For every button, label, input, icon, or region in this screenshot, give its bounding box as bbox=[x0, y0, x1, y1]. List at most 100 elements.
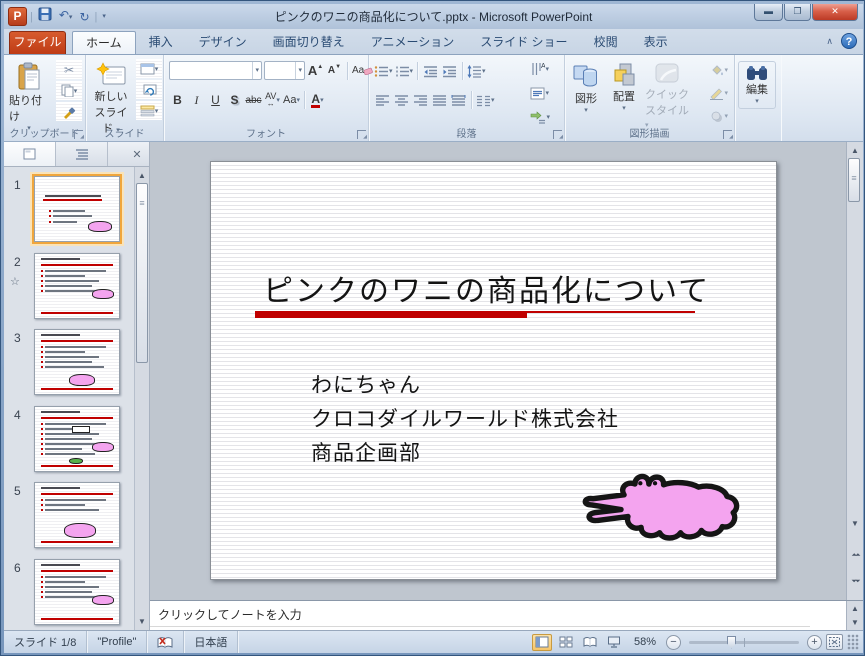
zoom-out-button[interactable]: − bbox=[666, 634, 681, 650]
justify-button[interactable] bbox=[431, 91, 448, 109]
zoom-slider-thumb[interactable] bbox=[727, 635, 736, 649]
theme-name[interactable]: "Profile" bbox=[87, 631, 148, 653]
increase-indent-button[interactable] bbox=[441, 62, 458, 80]
slide-sorter-view-button[interactable] bbox=[556, 634, 576, 651]
spellcheck-status[interactable] bbox=[147, 631, 185, 653]
panel-scrollbar[interactable]: ▲ ▼ bbox=[134, 167, 149, 630]
tab-7[interactable]: 表示 bbox=[631, 31, 681, 54]
align-left-button[interactable] bbox=[374, 91, 391, 109]
zoom-level[interactable]: 58% bbox=[628, 636, 662, 648]
font-size-combobox[interactable]: ▾ bbox=[264, 61, 305, 80]
align-text-button[interactable]: ▾ bbox=[530, 83, 550, 103]
resize-grip[interactable] bbox=[847, 634, 859, 650]
tab-3[interactable]: 画面切り替え bbox=[260, 31, 358, 54]
layout-button[interactable]: ▾ bbox=[136, 59, 162, 78]
notes-pane[interactable]: クリックしてノートを入力 ▲ ▼ bbox=[150, 600, 863, 630]
scroll-thumb[interactable] bbox=[848, 158, 860, 202]
align-center-button[interactable] bbox=[393, 91, 410, 109]
paragraph-dialog-launcher[interactable] bbox=[553, 130, 563, 140]
font-name-combobox[interactable]: ▾ bbox=[169, 61, 262, 80]
notes-scroll-up-icon[interactable]: ▲ bbox=[847, 604, 863, 613]
slide-indicator[interactable]: スライド 1/8 bbox=[4, 631, 88, 653]
character-spacing-button[interactable]: AV ↔ ▾ bbox=[264, 91, 281, 109]
animation-star-icon[interactable]: ☆ bbox=[10, 275, 20, 288]
slide-thumbnail-5[interactable] bbox=[34, 482, 120, 548]
panel-scroll-thumb[interactable] bbox=[136, 183, 148, 363]
slide-thumbnail-6[interactable] bbox=[34, 558, 120, 625]
save-icon[interactable] bbox=[36, 7, 54, 26]
copy-dropdown-icon[interactable]: ▾ bbox=[74, 87, 78, 95]
shrink-font-button[interactable]: A ▼ bbox=[326, 62, 343, 80]
paste-button[interactable]: 貼り付け ▾ bbox=[9, 58, 49, 132]
reset-button[interactable] bbox=[136, 80, 162, 99]
slide-body-text[interactable]: わにちゃん クロコダイルワールド株式会社 商品企画部 bbox=[311, 368, 619, 470]
slide-title[interactable]: ピンクのワニの商品化について bbox=[263, 266, 743, 310]
powerpoint-app-icon[interactable]: P bbox=[8, 7, 27, 26]
tab-5[interactable]: スライド ショー bbox=[467, 31, 580, 54]
slide[interactable]: ピンクのワニの商品化について わにちゃん クロコダイルワールド株式会社 商品企画… bbox=[210, 161, 777, 580]
title-bar[interactable]: ピンクのワニの商品化について.pptx - Microsoft PowerPoi… bbox=[4, 4, 863, 29]
shapes-button[interactable]: 図形 ▾ bbox=[569, 58, 603, 114]
align-right-button[interactable] bbox=[412, 91, 429, 109]
reading-view-button[interactable] bbox=[580, 634, 600, 651]
change-case-button[interactable]: Aa ▾ bbox=[283, 91, 300, 109]
strikethrough-button[interactable]: abc bbox=[245, 91, 262, 109]
arrange-button[interactable]: 配置 ▾ bbox=[607, 58, 641, 112]
previous-slide-button[interactable]: ⏶⏶ bbox=[847, 552, 863, 560]
font-color-button[interactable]: A ▾ bbox=[309, 91, 326, 109]
shape-fill-button[interactable]: ▾ bbox=[709, 60, 728, 80]
font-dialog-launcher[interactable] bbox=[357, 130, 367, 140]
vertical-scrollbar[interactable]: ▲ ▼ ⏶⏶ ⏷⏷ bbox=[846, 142, 863, 600]
tab-0[interactable]: ホーム bbox=[72, 31, 136, 54]
maximize-button[interactable]: ❐ bbox=[784, 4, 811, 21]
panel-close-icon[interactable]: ✕ bbox=[125, 142, 149, 166]
tab-6[interactable]: 校閲 bbox=[581, 31, 631, 54]
columns-button[interactable]: ▾ bbox=[476, 91, 495, 109]
language-indicator[interactable]: 日本語 bbox=[184, 631, 239, 653]
notes-scroll-down-icon[interactable]: ▼ bbox=[847, 618, 863, 627]
bold-button[interactable]: B bbox=[169, 91, 186, 109]
cut-button[interactable]: ✂ bbox=[56, 60, 82, 79]
convert-smartart-button[interactable]: ▾ bbox=[530, 107, 550, 127]
line-spacing-button[interactable]: ▾ bbox=[467, 62, 486, 80]
scroll-down-icon[interactable]: ▼ bbox=[847, 519, 863, 528]
redo-icon[interactable]: ↻ bbox=[77, 8, 91, 26]
collapse-ribbon-icon[interactable]: ∧ bbox=[826, 36, 833, 47]
drawing-dialog-launcher[interactable] bbox=[723, 130, 733, 140]
bullets-button[interactable]: ▾ bbox=[374, 62, 393, 80]
slide-thumbnail-2[interactable] bbox=[34, 252, 120, 319]
normal-view-button[interactable] bbox=[531, 633, 552, 651]
panel-scroll-down-icon[interactable]: ▼ bbox=[135, 617, 149, 626]
customize-qat-icon[interactable]: ▾ bbox=[100, 8, 108, 26]
text-direction-button[interactable]: A▾ bbox=[530, 59, 550, 79]
minimize-button[interactable]: ▬ bbox=[754, 4, 783, 21]
pink-crocodile-image[interactable] bbox=[573, 465, 751, 556]
distribute-button[interactable] bbox=[450, 91, 467, 109]
format-painter-button[interactable] bbox=[56, 102, 82, 121]
layout-dropdown-icon[interactable]: ▾ bbox=[155, 65, 159, 73]
tab-1[interactable]: 挿入 bbox=[136, 31, 186, 54]
slide-thumbnail-1[interactable] bbox=[32, 174, 122, 244]
panel-scroll-up-icon[interactable]: ▲ bbox=[135, 171, 149, 180]
notes-placeholder[interactable]: クリックしてノートを入力 bbox=[150, 604, 810, 627]
decrease-indent-button[interactable] bbox=[422, 62, 439, 80]
editing-button[interactable]: 編集 ▾ bbox=[738, 61, 776, 109]
help-icon[interactable]: ? bbox=[841, 33, 857, 49]
tab-2[interactable]: デザイン bbox=[186, 31, 260, 54]
undo-dropdown-icon[interactable]: ▾ bbox=[69, 14, 73, 21]
shape-outline-button[interactable]: ▾ bbox=[709, 83, 728, 103]
tab-outline[interactable] bbox=[56, 142, 108, 166]
italic-button[interactable]: I bbox=[188, 91, 205, 109]
slide-canvas[interactable]: ピンクのワニの商品化について わにちゃん クロコダイルワールド株式会社 商品企画… bbox=[150, 142, 863, 600]
zoom-slider[interactable] bbox=[689, 635, 799, 649]
numbering-button[interactable]: ▾ bbox=[395, 62, 413, 80]
quick-styles-button[interactable]: クイック スタイル ▾ bbox=[645, 58, 689, 130]
tab-4[interactable]: アニメーション bbox=[358, 31, 468, 54]
text-shadow-button[interactable]: S bbox=[226, 91, 243, 109]
copy-button[interactable]: ▾ bbox=[56, 81, 82, 100]
slide-thumbnail-3[interactable] bbox=[34, 329, 120, 395]
clipboard-dialog-launcher[interactable] bbox=[74, 130, 84, 140]
tab-slides-thumbnails[interactable] bbox=[4, 142, 56, 166]
next-slide-button[interactable]: ⏷⏷ bbox=[847, 578, 863, 586]
grow-font-button[interactable]: A ▲ bbox=[307, 62, 324, 80]
